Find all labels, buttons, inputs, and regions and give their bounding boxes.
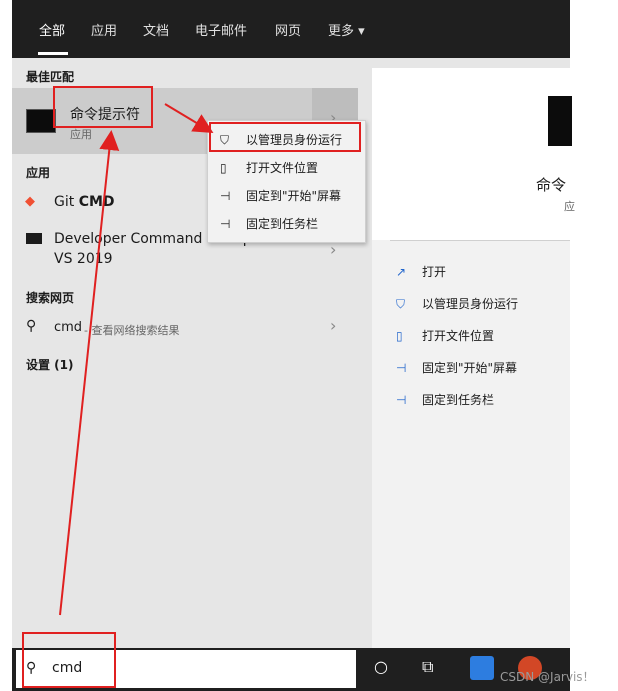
arrow-search-to-command-prompt xyxy=(59,130,120,616)
arrow-command-prompt-to-run-as-admin xyxy=(164,103,214,134)
annotation-arrows xyxy=(59,103,214,616)
